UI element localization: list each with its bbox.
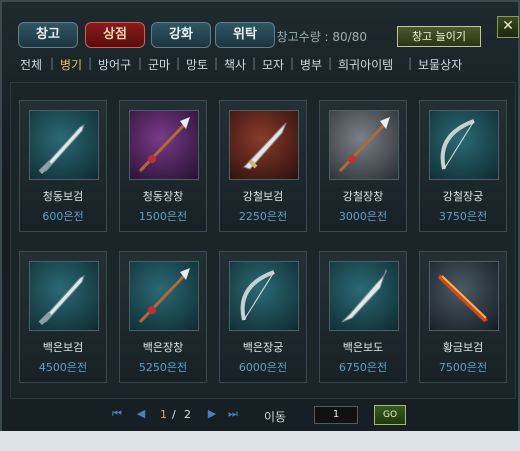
page-input[interactable]: 1: [314, 406, 358, 424]
category-weapon[interactable]: 병기: [60, 56, 82, 73]
category-separator: |: [328, 56, 333, 70]
category-all[interactable]: 전체: [20, 56, 42, 73]
close-icon[interactable]: ✕: [497, 16, 519, 38]
item-name: 강철보검: [242, 190, 284, 203]
tab-shop[interactable]: 상점: [85, 22, 145, 48]
item-icon: [429, 261, 499, 331]
item-price: 5250은전: [138, 361, 188, 374]
item-icon: [29, 110, 99, 180]
shop-item[interactable]: 청동장창 1500은전: [119, 100, 207, 232]
item-price: 3000은전: [338, 210, 388, 223]
item-price: 4500은전: [38, 361, 88, 374]
go-button[interactable]: GO: [374, 405, 406, 425]
shop-item[interactable]: 강철보검 2250은전: [219, 100, 307, 232]
category-separator: |: [176, 56, 181, 70]
shop-item[interactable]: 백은보도 6750은전: [319, 251, 407, 383]
item-icon: [229, 110, 299, 180]
item-price: 2250은전: [238, 210, 288, 223]
category-treasure[interactable]: 보물상자: [418, 56, 462, 73]
item-icon: [329, 261, 399, 331]
move-label: 이동: [264, 410, 287, 424]
item-name: 백은장궁: [242, 341, 284, 354]
item-icon: [429, 110, 499, 180]
shop-item[interactable]: 강철장궁 3750은전: [419, 100, 507, 232]
bottom-strip: [0, 431, 520, 451]
category-hat[interactable]: 모자: [262, 56, 284, 73]
item-icon: [329, 110, 399, 180]
total-pages: 2: [184, 408, 191, 421]
item-name: 청동보검: [42, 190, 84, 203]
item-name: 강철장궁: [442, 190, 484, 203]
shop-window: 창고 상점 강화 위탁 창고수량 : 80/80 창고 늘이기 ✕ 전체 | 병…: [0, 0, 520, 451]
item-name: 백은보도: [342, 341, 384, 354]
category-armor[interactable]: 방어구: [98, 56, 131, 73]
tab-consign[interactable]: 위탁: [215, 22, 275, 48]
first-page-icon[interactable]: ⏮: [110, 407, 124, 421]
category-separator: |: [252, 56, 257, 70]
category-tally[interactable]: 병부: [300, 56, 322, 73]
item-name: 황금보검: [442, 341, 484, 354]
shop-item[interactable]: 백은장창 5250은전: [119, 251, 207, 383]
shop-item[interactable]: 백은장궁 6000은전: [219, 251, 307, 383]
item-icon: [129, 261, 199, 331]
last-page-icon[interactable]: ⏭: [226, 407, 240, 421]
category-separator: |: [408, 56, 413, 70]
item-price: 1500은전: [138, 210, 188, 223]
shop-item[interactable]: 황금보검 7500은전: [419, 251, 507, 383]
item-name: 백은장창: [142, 341, 184, 354]
category-separator: |: [50, 56, 55, 70]
category-strategist[interactable]: 책사: [224, 56, 246, 73]
item-name: 청동장창: [142, 190, 184, 203]
shop-item[interactable]: 백은보검 4500은전: [19, 251, 107, 383]
category-cloak[interactable]: 망토: [186, 56, 208, 73]
category-separator: |: [214, 56, 219, 70]
item-grid: 청동보검 600은전 청동장창 1500은전 강철보검 2250은전 강철장창 3000은전 강…: [10, 82, 516, 399]
item-price: 3750은전: [438, 210, 488, 223]
category-separator: |: [290, 56, 295, 70]
tab-enhance[interactable]: 강화: [151, 22, 211, 48]
item-icon: [229, 261, 299, 331]
item-price: 6750은전: [338, 361, 388, 374]
expand-storage-button[interactable]: 창고 늘이기: [397, 26, 481, 47]
next-page-icon[interactable]: ▶: [205, 407, 219, 421]
category-separator: |: [88, 56, 93, 70]
category-horse[interactable]: 군마: [148, 56, 170, 73]
category-rare[interactable]: 희귀아이템: [338, 56, 393, 73]
shop-item[interactable]: 청동보검 600은전: [19, 100, 107, 232]
item-icon: [129, 110, 199, 180]
item-name: 강철장창: [342, 190, 384, 203]
page-separator: /: [172, 408, 176, 421]
item-price: 600은전: [42, 210, 84, 223]
item-name: 백은보검: [42, 341, 84, 354]
pager: ⏮ ◀ 1 / 2 ▶ ⏭ 이동 1 GO: [2, 404, 520, 428]
top-bar: 창고 상점 강화 위탁 창고수량 : 80/80 창고 늘이기: [10, 22, 515, 50]
tab-storage[interactable]: 창고: [18, 22, 78, 48]
item-price: 7500은전: [438, 361, 488, 374]
current-page: 1: [160, 408, 167, 421]
item-icon: [29, 261, 99, 331]
prev-page-icon[interactable]: ◀: [134, 407, 148, 421]
storage-capacity: 창고수량 : 80/80: [276, 30, 367, 44]
shop-item[interactable]: 강철장창 3000은전: [319, 100, 407, 232]
category-bar: 전체 | 병기 | 방어구 | 군마 | 망토 | 책사 | 모자 | 병부 |…: [12, 54, 512, 74]
item-price: 6000은전: [238, 361, 288, 374]
category-separator: |: [138, 56, 143, 70]
